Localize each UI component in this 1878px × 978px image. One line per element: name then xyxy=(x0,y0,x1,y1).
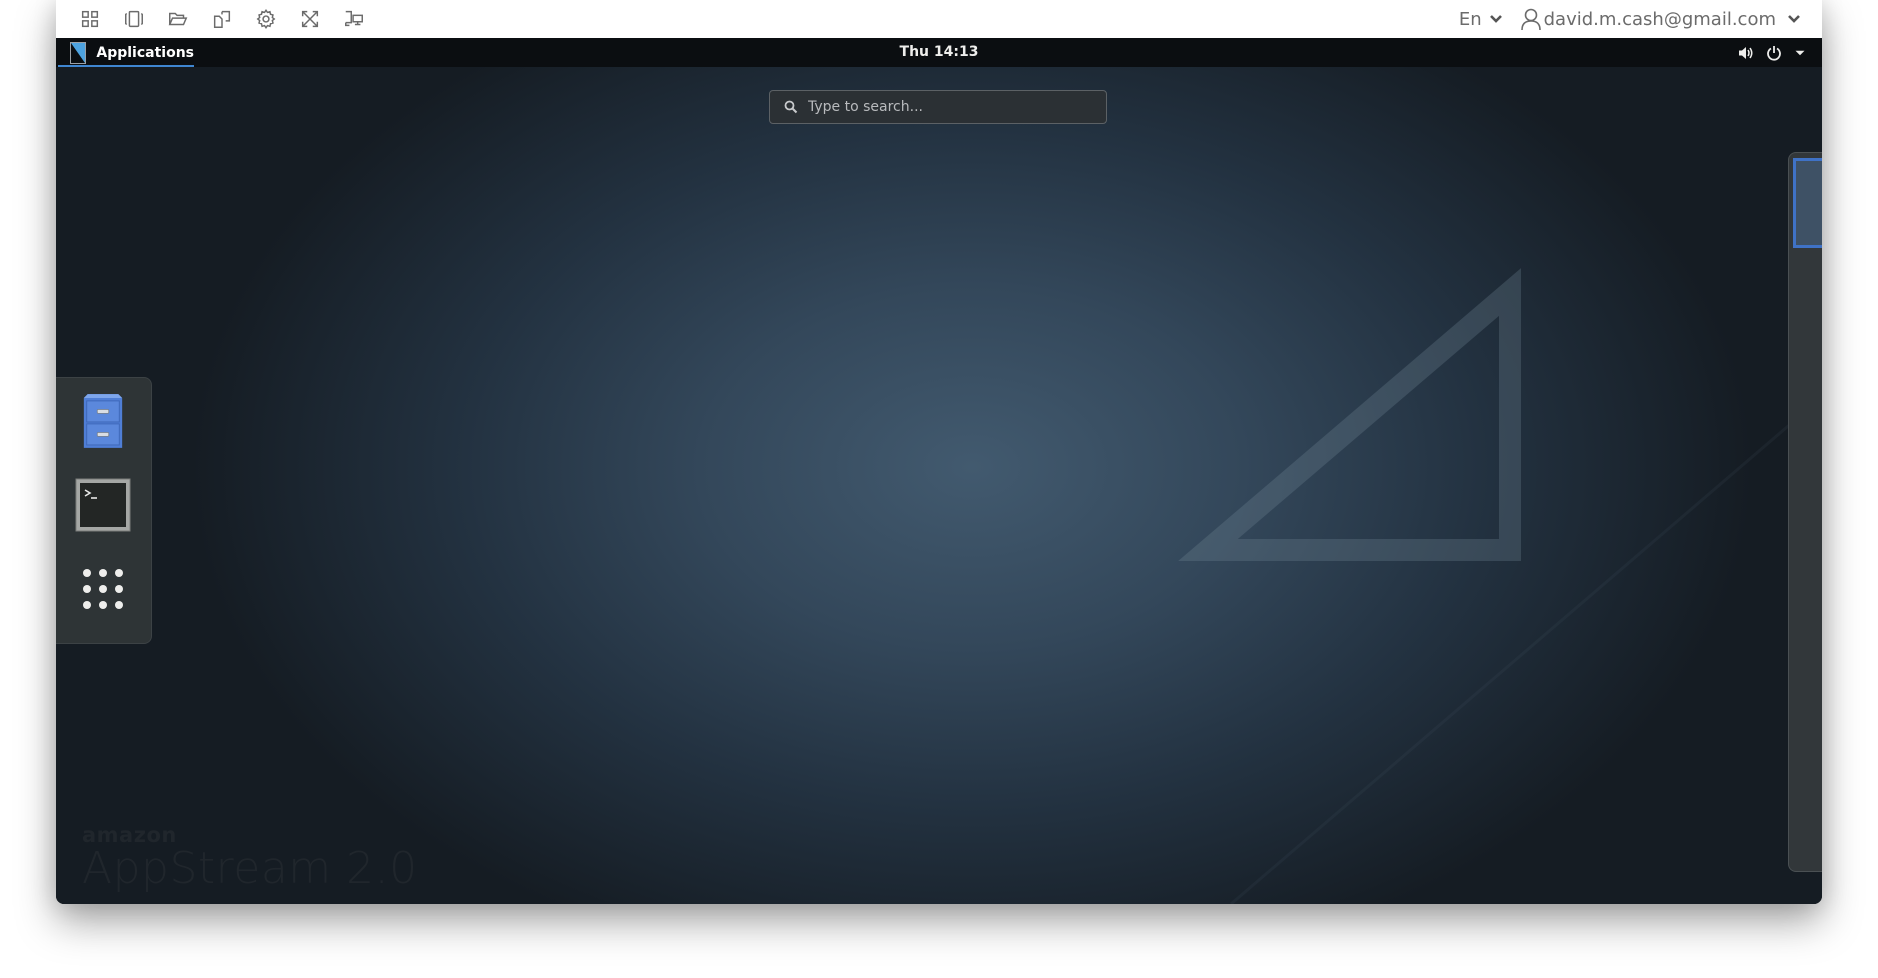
dropdown-arrow-icon xyxy=(1795,50,1805,55)
multi-display-icon xyxy=(345,10,363,27)
dash-item-terminal[interactable] xyxy=(74,476,132,534)
chevron-down-icon xyxy=(1788,15,1800,23)
user-menu[interactable]: david.m.cash@gmail.com xyxy=(1520,7,1800,31)
search-field[interactable] xyxy=(769,90,1107,124)
folder-open-icon xyxy=(168,12,188,26)
branding-product: AppStream 2.0 xyxy=(82,843,418,894)
grid-icon xyxy=(81,10,99,28)
settings-button[interactable] xyxy=(244,3,288,35)
toolbar-right-group: En david.m.cash@gmail.com xyxy=(1458,0,1800,38)
applications-menu-button[interactable]: Applications xyxy=(56,38,194,67)
copy-paste-icon xyxy=(213,10,231,28)
windows-button[interactable] xyxy=(112,3,156,35)
toolbar-left-group xyxy=(68,3,376,35)
system-menu[interactable] xyxy=(1738,38,1806,67)
wallpaper-triangle xyxy=(1178,268,1521,561)
search-icon xyxy=(784,100,798,114)
appstream-toolbar: En david.m.cash@gmail.com xyxy=(56,0,1822,39)
search-input[interactable] xyxy=(808,99,1088,115)
expand-arrows-icon xyxy=(301,10,319,28)
workspace-thumbnail-1[interactable] xyxy=(1793,158,1822,248)
power-icon xyxy=(1767,45,1781,61)
user-email: david.m.cash@gmail.com xyxy=(1543,8,1776,30)
catalog-button[interactable] xyxy=(68,3,112,35)
appstream-session-window: En david.m.cash@gmail.com Applications T… xyxy=(56,0,1822,904)
dash-item-files[interactable] xyxy=(74,392,132,450)
wallpaper-branding: amazon AppStream 2.0 xyxy=(82,825,418,893)
display-button[interactable] xyxy=(332,3,376,35)
fullscreen-button[interactable] xyxy=(288,3,332,35)
terminal-icon xyxy=(75,478,131,532)
activities-overview: amazon AppStream 2.0 xyxy=(56,67,1822,904)
show-applications-button[interactable] xyxy=(74,560,132,618)
wallpaper-decoration xyxy=(1178,268,1822,904)
app-grid-icon xyxy=(83,569,123,609)
applications-label: Applications xyxy=(96,44,194,61)
dash xyxy=(56,377,152,644)
chevron-down-icon xyxy=(1489,15,1502,23)
language-label: En xyxy=(1458,8,1482,30)
language-selector[interactable]: En xyxy=(1458,9,1502,30)
gear-icon xyxy=(256,9,276,29)
window-switcher-icon xyxy=(125,10,143,28)
user-icon xyxy=(1520,8,1541,31)
volume-icon xyxy=(1739,46,1753,59)
clipboard-button[interactable] xyxy=(200,3,244,35)
file-cabinet-icon xyxy=(83,394,123,448)
gnome-top-panel: Applications Thu 14:13 xyxy=(56,38,1822,67)
workspace-switcher xyxy=(1788,152,1822,872)
clock[interactable]: Thu 14:13 xyxy=(900,38,979,67)
branding-company: amazon xyxy=(82,823,177,847)
distro-logo-icon xyxy=(70,41,87,64)
my-files-button[interactable] xyxy=(156,3,200,35)
wallpaper-diagonal-line xyxy=(1230,395,1822,904)
